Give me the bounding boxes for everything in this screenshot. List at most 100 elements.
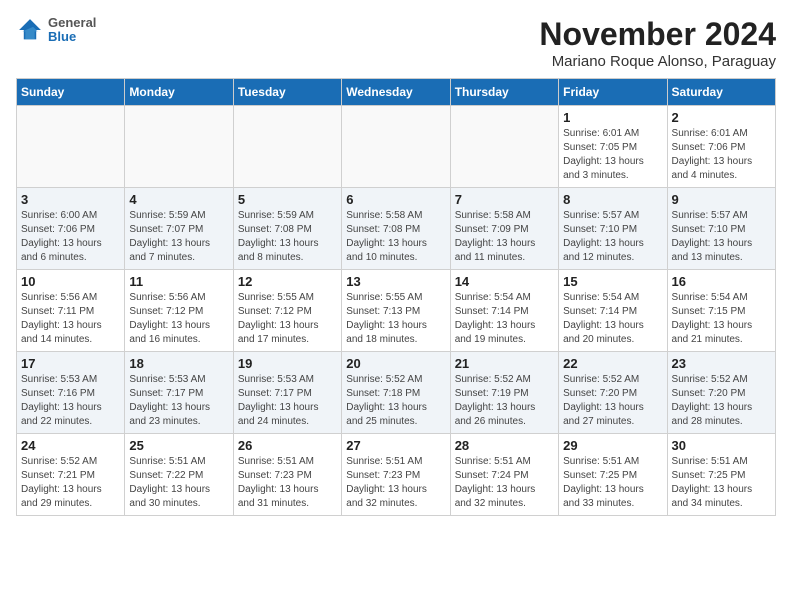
day-number: 22 [563, 356, 662, 371]
day-info: Sunrise: 6:00 AM Sunset: 7:06 PM Dayligh… [21, 209, 120, 265]
calendar-day-cell: 21 Sunrise: 5:52 AM Sunset: 7:19 PM Dayli… [450, 352, 558, 434]
calendar-day-cell: 25 Sunrise: 5:51 AM Sunset: 7:22 PM Dayli… [125, 434, 233, 516]
day-number: 3 [21, 192, 120, 207]
day-info: Sunrise: 5:53 AM Sunset: 7:17 PM Dayligh… [238, 373, 337, 429]
day-number: 8 [563, 192, 662, 207]
header-sunday: Sunday [17, 79, 125, 106]
day-info: Sunrise: 5:51 AM Sunset: 7:22 PM Dayligh… [129, 455, 228, 511]
calendar-day-cell: 1 Sunrise: 6:01 AM Sunset: 7:05 PM Daylig… [559, 106, 667, 188]
day-number: 24 [21, 438, 120, 453]
calendar-day-cell: 9 Sunrise: 5:57 AM Sunset: 7:10 PM Daylig… [667, 188, 775, 270]
calendar-day-cell: 29 Sunrise: 5:51 AM Sunset: 7:25 PM Dayli… [559, 434, 667, 516]
header-tuesday: Tuesday [233, 79, 341, 106]
day-info: Sunrise: 5:51 AM Sunset: 7:25 PM Dayligh… [563, 455, 662, 511]
calendar-day-cell: 3 Sunrise: 6:00 AM Sunset: 7:06 PM Daylig… [17, 188, 125, 270]
day-number: 1 [563, 110, 662, 125]
day-number: 15 [563, 274, 662, 289]
day-number: 28 [455, 438, 554, 453]
calendar-day-cell: 22 Sunrise: 5:52 AM Sunset: 7:20 PM Dayli… [559, 352, 667, 434]
day-info: Sunrise: 5:52 AM Sunset: 7:20 PM Dayligh… [672, 373, 771, 429]
day-info: Sunrise: 5:59 AM Sunset: 7:08 PM Dayligh… [238, 209, 337, 265]
day-info: Sunrise: 5:56 AM Sunset: 7:11 PM Dayligh… [21, 291, 120, 347]
day-number: 30 [672, 438, 771, 453]
day-number: 16 [672, 274, 771, 289]
day-number: 26 [238, 438, 337, 453]
location-subtitle: Mariano Roque Alonso, Paraguay [539, 53, 776, 70]
day-info: Sunrise: 5:54 AM Sunset: 7:15 PM Dayligh… [672, 291, 771, 347]
logo-line2: Blue [48, 30, 96, 44]
day-info: Sunrise: 5:52 AM Sunset: 7:21 PM Dayligh… [21, 455, 120, 511]
day-number: 21 [455, 356, 554, 371]
day-number: 18 [129, 356, 228, 371]
month-title: November 2024 [539, 16, 776, 53]
header-saturday: Saturday [667, 79, 775, 106]
day-info: Sunrise: 5:55 AM Sunset: 7:12 PM Dayligh… [238, 291, 337, 347]
calendar-day-cell: 27 Sunrise: 5:51 AM Sunset: 7:23 PM Dayli… [342, 434, 450, 516]
calendar-day-cell: 14 Sunrise: 5:54 AM Sunset: 7:14 PM Dayli… [450, 270, 558, 352]
day-number: 12 [238, 274, 337, 289]
day-info: Sunrise: 6:01 AM Sunset: 7:06 PM Dayligh… [672, 127, 771, 183]
calendar-week-row: 10 Sunrise: 5:56 AM Sunset: 7:11 PM Dayli… [17, 270, 776, 352]
day-number: 5 [238, 192, 337, 207]
day-info: Sunrise: 5:57 AM Sunset: 7:10 PM Dayligh… [672, 209, 771, 265]
day-number: 19 [238, 356, 337, 371]
calendar-day-cell: 5 Sunrise: 5:59 AM Sunset: 7:08 PM Daylig… [233, 188, 341, 270]
day-number: 11 [129, 274, 228, 289]
calendar-day-cell: 26 Sunrise: 5:51 AM Sunset: 7:23 PM Dayli… [233, 434, 341, 516]
day-number: 10 [21, 274, 120, 289]
day-info: Sunrise: 5:56 AM Sunset: 7:12 PM Dayligh… [129, 291, 228, 347]
day-number: 14 [455, 274, 554, 289]
day-number: 25 [129, 438, 228, 453]
day-info: Sunrise: 5:58 AM Sunset: 7:09 PM Dayligh… [455, 209, 554, 265]
logo-line1: General [48, 16, 96, 30]
header-monday: Monday [125, 79, 233, 106]
calendar-day-cell: 17Sunrise: 5:53 AM Sunset: 7:16 PM Dayli… [17, 352, 125, 434]
day-info: Sunrise: 5:55 AM Sunset: 7:13 PM Dayligh… [346, 291, 445, 347]
day-info: Sunrise: 5:53 AM Sunset: 7:16 PM Dayligh… [21, 373, 120, 429]
day-info: Sunrise: 5:54 AM Sunset: 7:14 PM Dayligh… [563, 291, 662, 347]
calendar-day-cell: 24 Sunrise: 5:52 AM Sunset: 7:21 PM Dayli… [17, 434, 125, 516]
header-friday: Friday [559, 79, 667, 106]
day-number: 23 [672, 356, 771, 371]
calendar-day-cell [233, 106, 341, 188]
day-info: Sunrise: 5:52 AM Sunset: 7:19 PM Dayligh… [455, 373, 554, 429]
calendar-day-cell: 12 Sunrise: 5:55 AM Sunset: 7:12 PM Dayli… [233, 270, 341, 352]
day-number: 29 [563, 438, 662, 453]
calendar-day-cell: 11 Sunrise: 5:56 AM Sunset: 7:12 PM Dayli… [125, 270, 233, 352]
day-number: 9 [672, 192, 771, 207]
calendar-table: SundayMondayTuesdayWednesdayThursdayFrid… [16, 78, 776, 516]
day-info: Sunrise: 5:52 AM Sunset: 7:20 PM Dayligh… [563, 373, 662, 429]
calendar-day-cell: 13Sunrise: 5:55 AM Sunset: 7:13 PM Dayli… [342, 270, 450, 352]
day-info: Sunrise: 5:51 AM Sunset: 7:24 PM Dayligh… [455, 455, 554, 511]
day-info: Sunrise: 5:54 AM Sunset: 7:14 PM Dayligh… [455, 291, 554, 347]
page-header: General Blue November 2024 Mariano Roque… [16, 16, 776, 70]
day-number: 6 [346, 192, 445, 207]
calendar-day-cell: 15 Sunrise: 5:54 AM Sunset: 7:14 PM Dayli… [559, 270, 667, 352]
day-number: 20 [346, 356, 445, 371]
day-number: 27 [346, 438, 445, 453]
day-info: Sunrise: 5:58 AM Sunset: 7:08 PM Dayligh… [346, 209, 445, 265]
calendar-day-cell: 23 Sunrise: 5:52 AM Sunset: 7:20 PM Dayli… [667, 352, 775, 434]
day-info: Sunrise: 5:51 AM Sunset: 7:23 PM Dayligh… [238, 455, 337, 511]
day-info: Sunrise: 5:53 AM Sunset: 7:17 PM Dayligh… [129, 373, 228, 429]
day-info: Sunrise: 5:52 AM Sunset: 7:18 PM Dayligh… [346, 373, 445, 429]
calendar-week-row: 24 Sunrise: 5:52 AM Sunset: 7:21 PM Dayli… [17, 434, 776, 516]
calendar-week-row: 3 Sunrise: 6:00 AM Sunset: 7:06 PM Daylig… [17, 188, 776, 270]
calendar-day-cell: 6 Sunrise: 5:58 AM Sunset: 7:08 PM Daylig… [342, 188, 450, 270]
day-info: Sunrise: 5:51 AM Sunset: 7:25 PM Dayligh… [672, 455, 771, 511]
header-thursday: Thursday [450, 79, 558, 106]
calendar-day-cell: 4 Sunrise: 5:59 AM Sunset: 7:07 PM Daylig… [125, 188, 233, 270]
day-info: Sunrise: 6:01 AM Sunset: 7:05 PM Dayligh… [563, 127, 662, 183]
title-block: November 2024 Mariano Roque Alonso, Para… [539, 16, 776, 70]
calendar-day-cell: 8Sunrise: 5:57 AM Sunset: 7:10 PM Daylig… [559, 188, 667, 270]
calendar-day-cell [450, 106, 558, 188]
logo: General Blue [16, 16, 96, 45]
calendar-day-cell: 2Sunrise: 6:01 AM Sunset: 7:06 PM Daylig… [667, 106, 775, 188]
day-info: Sunrise: 5:51 AM Sunset: 7:23 PM Dayligh… [346, 455, 445, 511]
calendar-day-cell [342, 106, 450, 188]
calendar-day-cell: 30 Sunrise: 5:51 AM Sunset: 7:25 PM Dayli… [667, 434, 775, 516]
day-number: 4 [129, 192, 228, 207]
day-number: 7 [455, 192, 554, 207]
day-info: Sunrise: 5:59 AM Sunset: 7:07 PM Dayligh… [129, 209, 228, 265]
calendar-day-cell: 18 Sunrise: 5:53 AM Sunset: 7:17 PM Dayli… [125, 352, 233, 434]
